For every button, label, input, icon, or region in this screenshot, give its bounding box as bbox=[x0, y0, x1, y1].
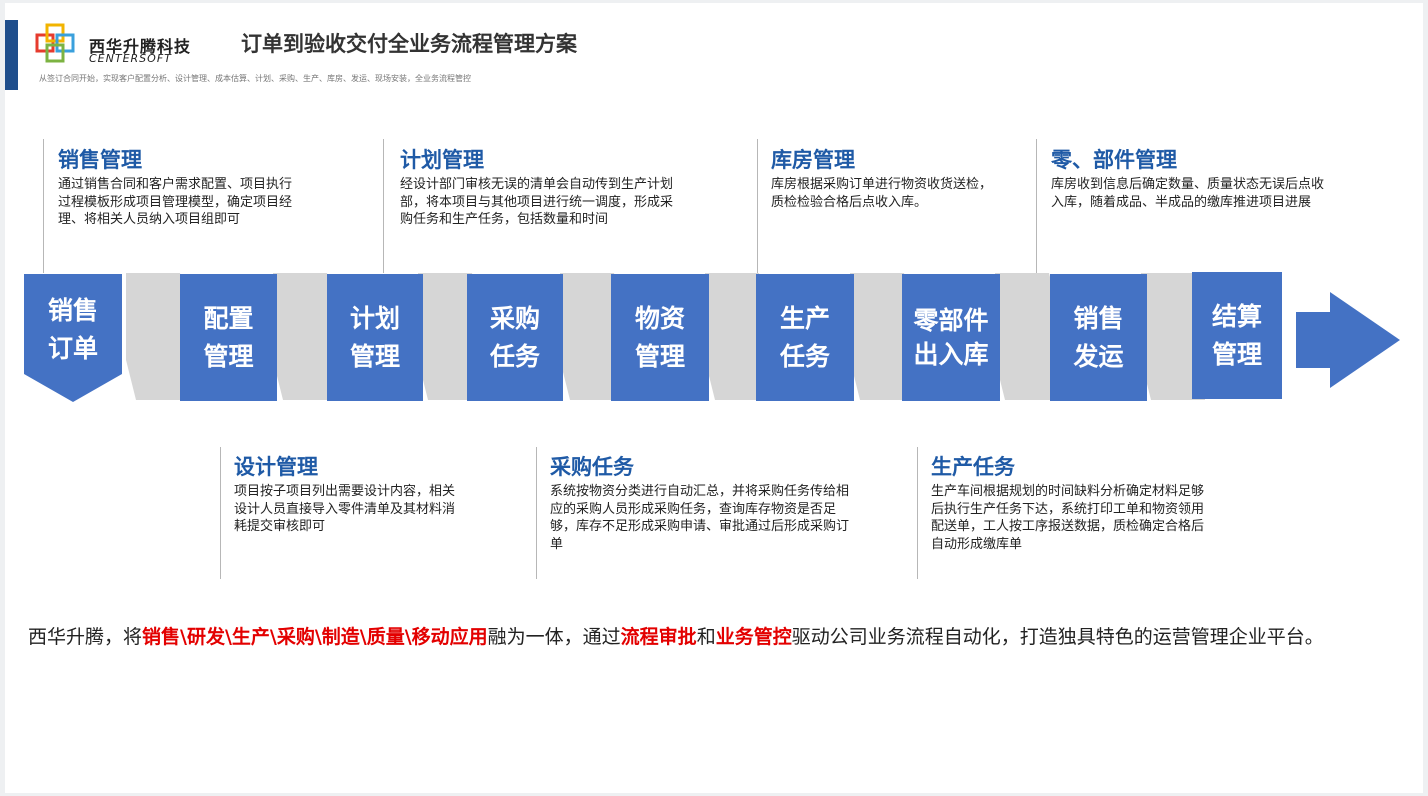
summary-text: 和 bbox=[696, 626, 716, 648]
centersoft-logo-icon bbox=[35, 23, 75, 63]
step-config-management: 配置 管理 bbox=[180, 274, 277, 401]
note-text: 生产车间根据规划的时间缺料分析确定材料足够后执行生产任务下达，系统打印工单和物资… bbox=[931, 484, 1205, 552]
note-sales-management: 销售管理 通过销售合同和客户需求配置、项目执行过程模板形成项目管理模型，确定项目… bbox=[58, 148, 298, 229]
step-label-line2: 出入库 bbox=[913, 339, 989, 369]
divider-line bbox=[220, 447, 221, 579]
step-sales-shipping: 销售 发运 bbox=[1050, 274, 1147, 401]
step-label-line1: 物资 bbox=[634, 303, 685, 333]
note-design-management: 设计管理 项目按子项目列出需要设计内容，相关设计人员直接导入零件清单及其材料消耗… bbox=[234, 455, 459, 536]
arrow-right-icon bbox=[1296, 292, 1400, 388]
step-label-line1: 采购 bbox=[489, 303, 540, 333]
step-label-line1: 结算 bbox=[1211, 301, 1262, 331]
summary-highlight: 业务管控 bbox=[715, 626, 792, 648]
note-production-task: 生产任务 生产车间根据规划的时间缺料分析确定材料足够后执行生产任务下达，系统打印… bbox=[931, 455, 1207, 553]
step-production-task: 生产 任务 bbox=[756, 274, 854, 401]
summary-text: 融为一体，通过 bbox=[487, 626, 621, 648]
divider-line bbox=[536, 447, 537, 579]
summary-highlight: 流程审批 bbox=[620, 626, 697, 648]
note-title: 库房管理 bbox=[771, 148, 855, 172]
summary-highlight: 销售\研发\生产\采购\制造\质量\移动应用 bbox=[142, 626, 488, 648]
summary-paragraph: 西华升腾，将销售\研发\生产\采购\制造\质量\移动应用融为一体，通过流程审批和… bbox=[28, 621, 1348, 654]
note-text: 经设计部门审核无误的清单会自动传到生产计划部，将本项目与其他项目进行统一调度，形… bbox=[400, 177, 674, 227]
note-title: 生产任务 bbox=[931, 455, 1015, 479]
step-label-line2: 发运 bbox=[1073, 341, 1124, 371]
step-label-line1: 销售 bbox=[1073, 303, 1124, 333]
note-title: 采购任务 bbox=[550, 455, 634, 479]
note-title: 设计管理 bbox=[234, 455, 318, 479]
step-label-line1: 生产 bbox=[779, 303, 830, 333]
step-sales-order: 销售 订单 bbox=[24, 274, 122, 386]
note-title: 销售管理 bbox=[58, 148, 142, 172]
note-title: 零、部件管理 bbox=[1051, 148, 1177, 172]
divider-line bbox=[917, 447, 918, 579]
step-label-line1: 配置 bbox=[203, 303, 254, 333]
note-text: 通过销售合同和客户需求配置、项目执行过程模板形成项目管理模型，确定项目经理、将相… bbox=[58, 177, 293, 227]
step-label-line1: 零部件 bbox=[913, 305, 989, 335]
step-label-line1: 计划 bbox=[349, 303, 400, 333]
header-accent-bar bbox=[5, 20, 18, 90]
note-text: 项目按子项目列出需要设计内容，相关设计人员直接导入零件清单及其材料消耗提交审核即… bbox=[234, 484, 456, 534]
summary-text: 驱动公司业务流程自动化，打造独具特色的运营管理企业平台。 bbox=[791, 626, 1324, 648]
page-subtitle: 从签订合同开始，实现客户配置分析、设计管理、成本估算、计划、采购、生产、库房、发… bbox=[39, 74, 471, 83]
note-parts-management: 零、部件管理 库房收到信息后确定数量、质量状态无误后点收入库，随着成品、半成品的… bbox=[1051, 148, 1333, 211]
step-plan-management: 计划 管理 bbox=[327, 274, 423, 401]
company-name-en: CENTERSOFT bbox=[89, 52, 172, 65]
step-label-line2: 管理 bbox=[203, 341, 254, 371]
page-title: 订单到验收交付全业务流程管理方案 bbox=[241, 32, 577, 56]
slide: 西华升腾科技 CENTERSOFT 订单到验收交付全业务流程管理方案 从签订合同… bbox=[5, 3, 1423, 793]
step-label-line2: 管理 bbox=[1211, 339, 1262, 369]
step-label-line2: 任务 bbox=[779, 341, 830, 371]
divider-line bbox=[43, 139, 44, 273]
divider-line bbox=[383, 139, 384, 273]
note-text: 系统按物资分类进行自动汇总，并将采购任务传给相应的采购人员形成采购任务，查询库存… bbox=[550, 484, 850, 552]
summary-text: 西华升腾，将 bbox=[28, 626, 143, 648]
step-label-line2: 管理 bbox=[349, 341, 400, 371]
step-purchase-task: 采购 任务 bbox=[467, 274, 563, 401]
step-label-line1: 销售 bbox=[47, 296, 98, 325]
step-material-management: 物资 管理 bbox=[611, 274, 709, 401]
step-label-line2: 订单 bbox=[47, 334, 98, 363]
divider-line bbox=[1036, 139, 1037, 273]
note-title: 计划管理 bbox=[400, 148, 484, 172]
note-warehouse-management: 库房管理 库房根据采购订单进行物资收货送检，质检检验合格后点收入库。 bbox=[771, 148, 1001, 211]
step-settlement-management: 结算 管理 bbox=[1192, 272, 1282, 399]
note-text: 库房收到信息后确定数量、质量状态无误后点收入库，随着成品、半成品的缴库推进项目进… bbox=[1051, 177, 1325, 210]
note-text: 库房根据采购订单进行物资收货送检，质检检验合格后点收入库。 bbox=[771, 177, 993, 210]
note-purchase-task: 采购任务 系统按物资分类进行自动汇总，并将采购任务传给相应的采购人员形成采购任务… bbox=[550, 455, 852, 553]
step-label-line2: 任务 bbox=[489, 341, 540, 371]
divider-line bbox=[757, 139, 758, 273]
note-plan-management: 计划管理 经设计部门审核无误的清单会自动传到生产计划部，将本项目与其他项目进行统… bbox=[400, 148, 680, 229]
step-label-line2: 管理 bbox=[634, 341, 685, 371]
step-parts-inout: 零部件 出入库 bbox=[902, 274, 1000, 401]
